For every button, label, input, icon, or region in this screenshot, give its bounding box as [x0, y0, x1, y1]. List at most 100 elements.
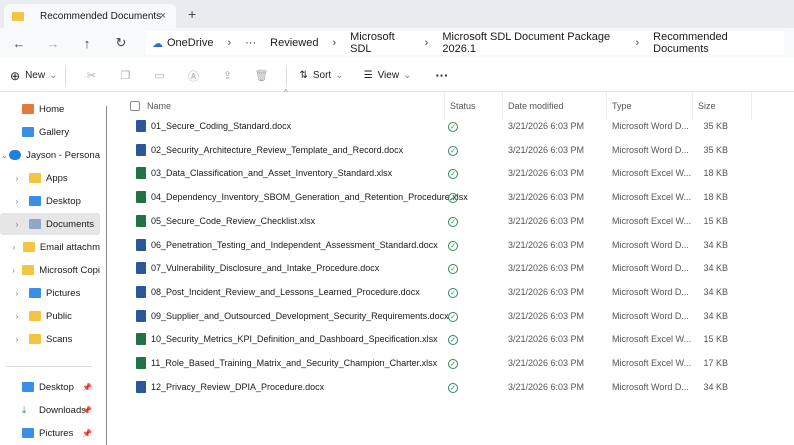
file-size: 35 KB: [703, 121, 728, 131]
synced-status-icon: ✓: [448, 382, 458, 393]
sidebar-item-gallery[interactable]: Gallery: [0, 121, 100, 143]
file-size: 34 KB: [703, 263, 728, 274]
sidebar-item-public[interactable]: › Public: [0, 305, 100, 327]
file-size: 18 KB: [703, 168, 728, 179]
file-row[interactable]: 10_Security_Metrics_KPI_Definition_and_D…: [126, 329, 756, 351]
file-row[interactable]: 01_Secure_Coding_Standard.docx ✓ 3/21/20…: [126, 116, 756, 138]
file-row[interactable]: 04_Dependency_Inventory_SBOM_Generation_…: [126, 187, 756, 209]
file-row[interactable]: 09_Supplier_and_Outsourced_Development_S…: [126, 306, 756, 328]
cloud-icon: [9, 150, 22, 160]
sidebar-item-apps[interactable]: › Apps: [0, 167, 100, 189]
delete-icon[interactable]: 🗑: [244, 69, 278, 82]
sidebar-item-documents[interactable]: › Documents: [0, 213, 100, 235]
view-button[interactable]: ☰ View ⌄: [364, 70, 412, 81]
tab-title: Recommended Documents: [40, 10, 162, 22]
share-icon[interactable]: ⇪: [210, 69, 244, 82]
breadcrumb-more[interactable]: ···: [245, 37, 256, 49]
folder-icon: [29, 334, 41, 344]
column-header-date[interactable]: Date modified: [508, 96, 564, 116]
date-modified: 3/21/2026 6:03 PM: [508, 334, 585, 345]
file-row[interactable]: 02_Security_Architecture_Review_Template…: [126, 140, 756, 162]
column-header-status[interactable]: Status: [450, 96, 476, 116]
sort-icon: ⇅: [299, 70, 308, 81]
label: Pictures: [39, 427, 74, 439]
breadcrumb[interactable]: ☁ OneDrive › ··· Reviewed › Microsoft SDL ›…: [146, 31, 784, 55]
excel-file-icon: [136, 357, 146, 369]
home-icon: [22, 104, 34, 114]
refresh-button[interactable]: ↻: [104, 35, 138, 51]
view-label: View: [377, 70, 400, 81]
file-row[interactable]: 11_Role_Based_Training_Matrix_and_Securi…: [126, 353, 756, 375]
breadcrumb-microsoft-sdl[interactable]: Microsoft SDL: [350, 31, 411, 55]
sidebar-item-email-attachments[interactable]: › Email attachm: [0, 236, 100, 258]
column-header-size[interactable]: Size: [698, 96, 716, 116]
label: Desktop: [39, 381, 74, 393]
sidebar-item-scans[interactable]: › Scans: [0, 328, 100, 350]
file-row[interactable]: 07_Vulnerability_Disclosure_and_Intake_P…: [126, 258, 756, 280]
tab-recommended-documents[interactable]: Recommended Documents ×: [4, 4, 176, 28]
date-modified: 3/21/2026 6:03 PM: [508, 215, 585, 226]
file-name: 09_Supplier_and_Outsourced_Development_S…: [151, 310, 449, 321]
column-header-name[interactable]: Name: [147, 96, 171, 116]
new-tab-button[interactable]: +: [188, 6, 196, 22]
breadcrumb-current[interactable]: Recommended Documents: [653, 31, 770, 55]
file-row[interactable]: 06_Penetration_Testing_and_Independent_A…: [126, 235, 756, 257]
file-name: 12_Privacy_Review_DPIA_Procedure.docx: [151, 381, 325, 392]
file-type: Microsoft Word D...: [612, 263, 689, 274]
word-file-icon: [136, 238, 146, 251]
sidebar-item-desktop[interactable]: › Desktop: [0, 190, 100, 212]
pictures-icon: [22, 428, 34, 438]
file-size: 35 KB: [703, 144, 728, 155]
divider: [6, 366, 92, 367]
word-file-icon: [136, 120, 146, 132]
word-file-icon: [136, 262, 146, 275]
pin-icon: 📌: [82, 405, 92, 415]
quick-access-downloads[interactable]: ⤓ Downloads 📌: [0, 399, 100, 421]
column-header-type[interactable]: Type: [612, 96, 632, 116]
breadcrumb-package[interactable]: Microsoft SDL Document Package 2026.1: [442, 31, 621, 55]
word-file-icon: [136, 143, 146, 156]
folder-icon: [12, 11, 24, 21]
sidebar-item-onedrive[interactable]: ⌄ Jayson - Persona: [0, 144, 100, 166]
view-icon: ☰: [363, 70, 373, 81]
label: Jayson - Persona: [26, 149, 100, 161]
pane-splitter[interactable]: [106, 106, 107, 445]
copy-icon[interactable]: ❐: [108, 69, 142, 82]
label: Microsoft Copi: [39, 264, 100, 276]
file-name: 02_Security_Architecture_Review_Template…: [151, 144, 404, 155]
date-modified: 3/21/2026 6:03 PM: [508, 121, 585, 131]
file-row[interactable]: 08_Post_Incident_Review_and_Lessons_Lear…: [126, 282, 756, 304]
file-name: 03_Data_Classification_and_Asset_Invento…: [151, 168, 393, 179]
file-row[interactable]: 05_Secure_Code_Review_Checklist.xlsx ✓ 3…: [126, 211, 756, 233]
breadcrumb-reviewed[interactable]: Reviewed: [270, 37, 318, 49]
quick-access-desktop[interactable]: Desktop 📌: [0, 376, 100, 398]
date-modified: 3/21/2026 6:03 PM: [508, 144, 585, 155]
paste-icon[interactable]: ▭: [142, 69, 176, 82]
quick-access-pictures[interactable]: Pictures 📌: [0, 422, 100, 444]
back-button[interactable]: ←: [2, 36, 36, 51]
breadcrumb-onedrive[interactable]: OneDrive: [167, 37, 213, 49]
rename-icon[interactable]: Ⓐ: [176, 68, 210, 84]
sidebar-item-pictures[interactable]: › Pictures: [0, 282, 100, 304]
more-options-button[interactable]: ···: [435, 68, 448, 83]
sidebar-item-home[interactable]: Home: [0, 98, 100, 120]
close-tab-button[interactable]: ×: [160, 10, 166, 22]
desktop-icon: [29, 196, 41, 206]
forward-button[interactable]: →: [36, 36, 70, 51]
file-type: Microsoft Word D...: [612, 121, 689, 131]
sort-button[interactable]: ⇅ Sort ⌄: [299, 70, 343, 81]
excel-file-icon: [136, 191, 146, 204]
file-name: 11_Role_Based_Training_Matrix_and_Securi…: [151, 358, 438, 368]
file-row[interactable]: 03_Data_Classification_and_Asset_Invento…: [126, 163, 756, 185]
file-type: Microsoft Excel W...: [612, 215, 692, 226]
sidebar-item-microsoft-copilot[interactable]: › Microsoft Copi: [0, 259, 100, 281]
cut-icon[interactable]: ✂: [74, 69, 108, 82]
new-button[interactable]: ⊕ New ⌄: [10, 69, 57, 83]
file-row[interactable]: 12_Privacy_Review_DPIA_Procedure.docx ✓ …: [126, 377, 756, 399]
select-all-checkbox[interactable]: [130, 96, 140, 116]
up-button[interactable]: ↑: [70, 36, 104, 51]
label: Pictures: [46, 287, 81, 299]
desktop-icon: [22, 382, 34, 392]
date-modified: 3/21/2026 6:03 PM: [508, 168, 585, 179]
file-size: 18 KB: [703, 192, 728, 203]
